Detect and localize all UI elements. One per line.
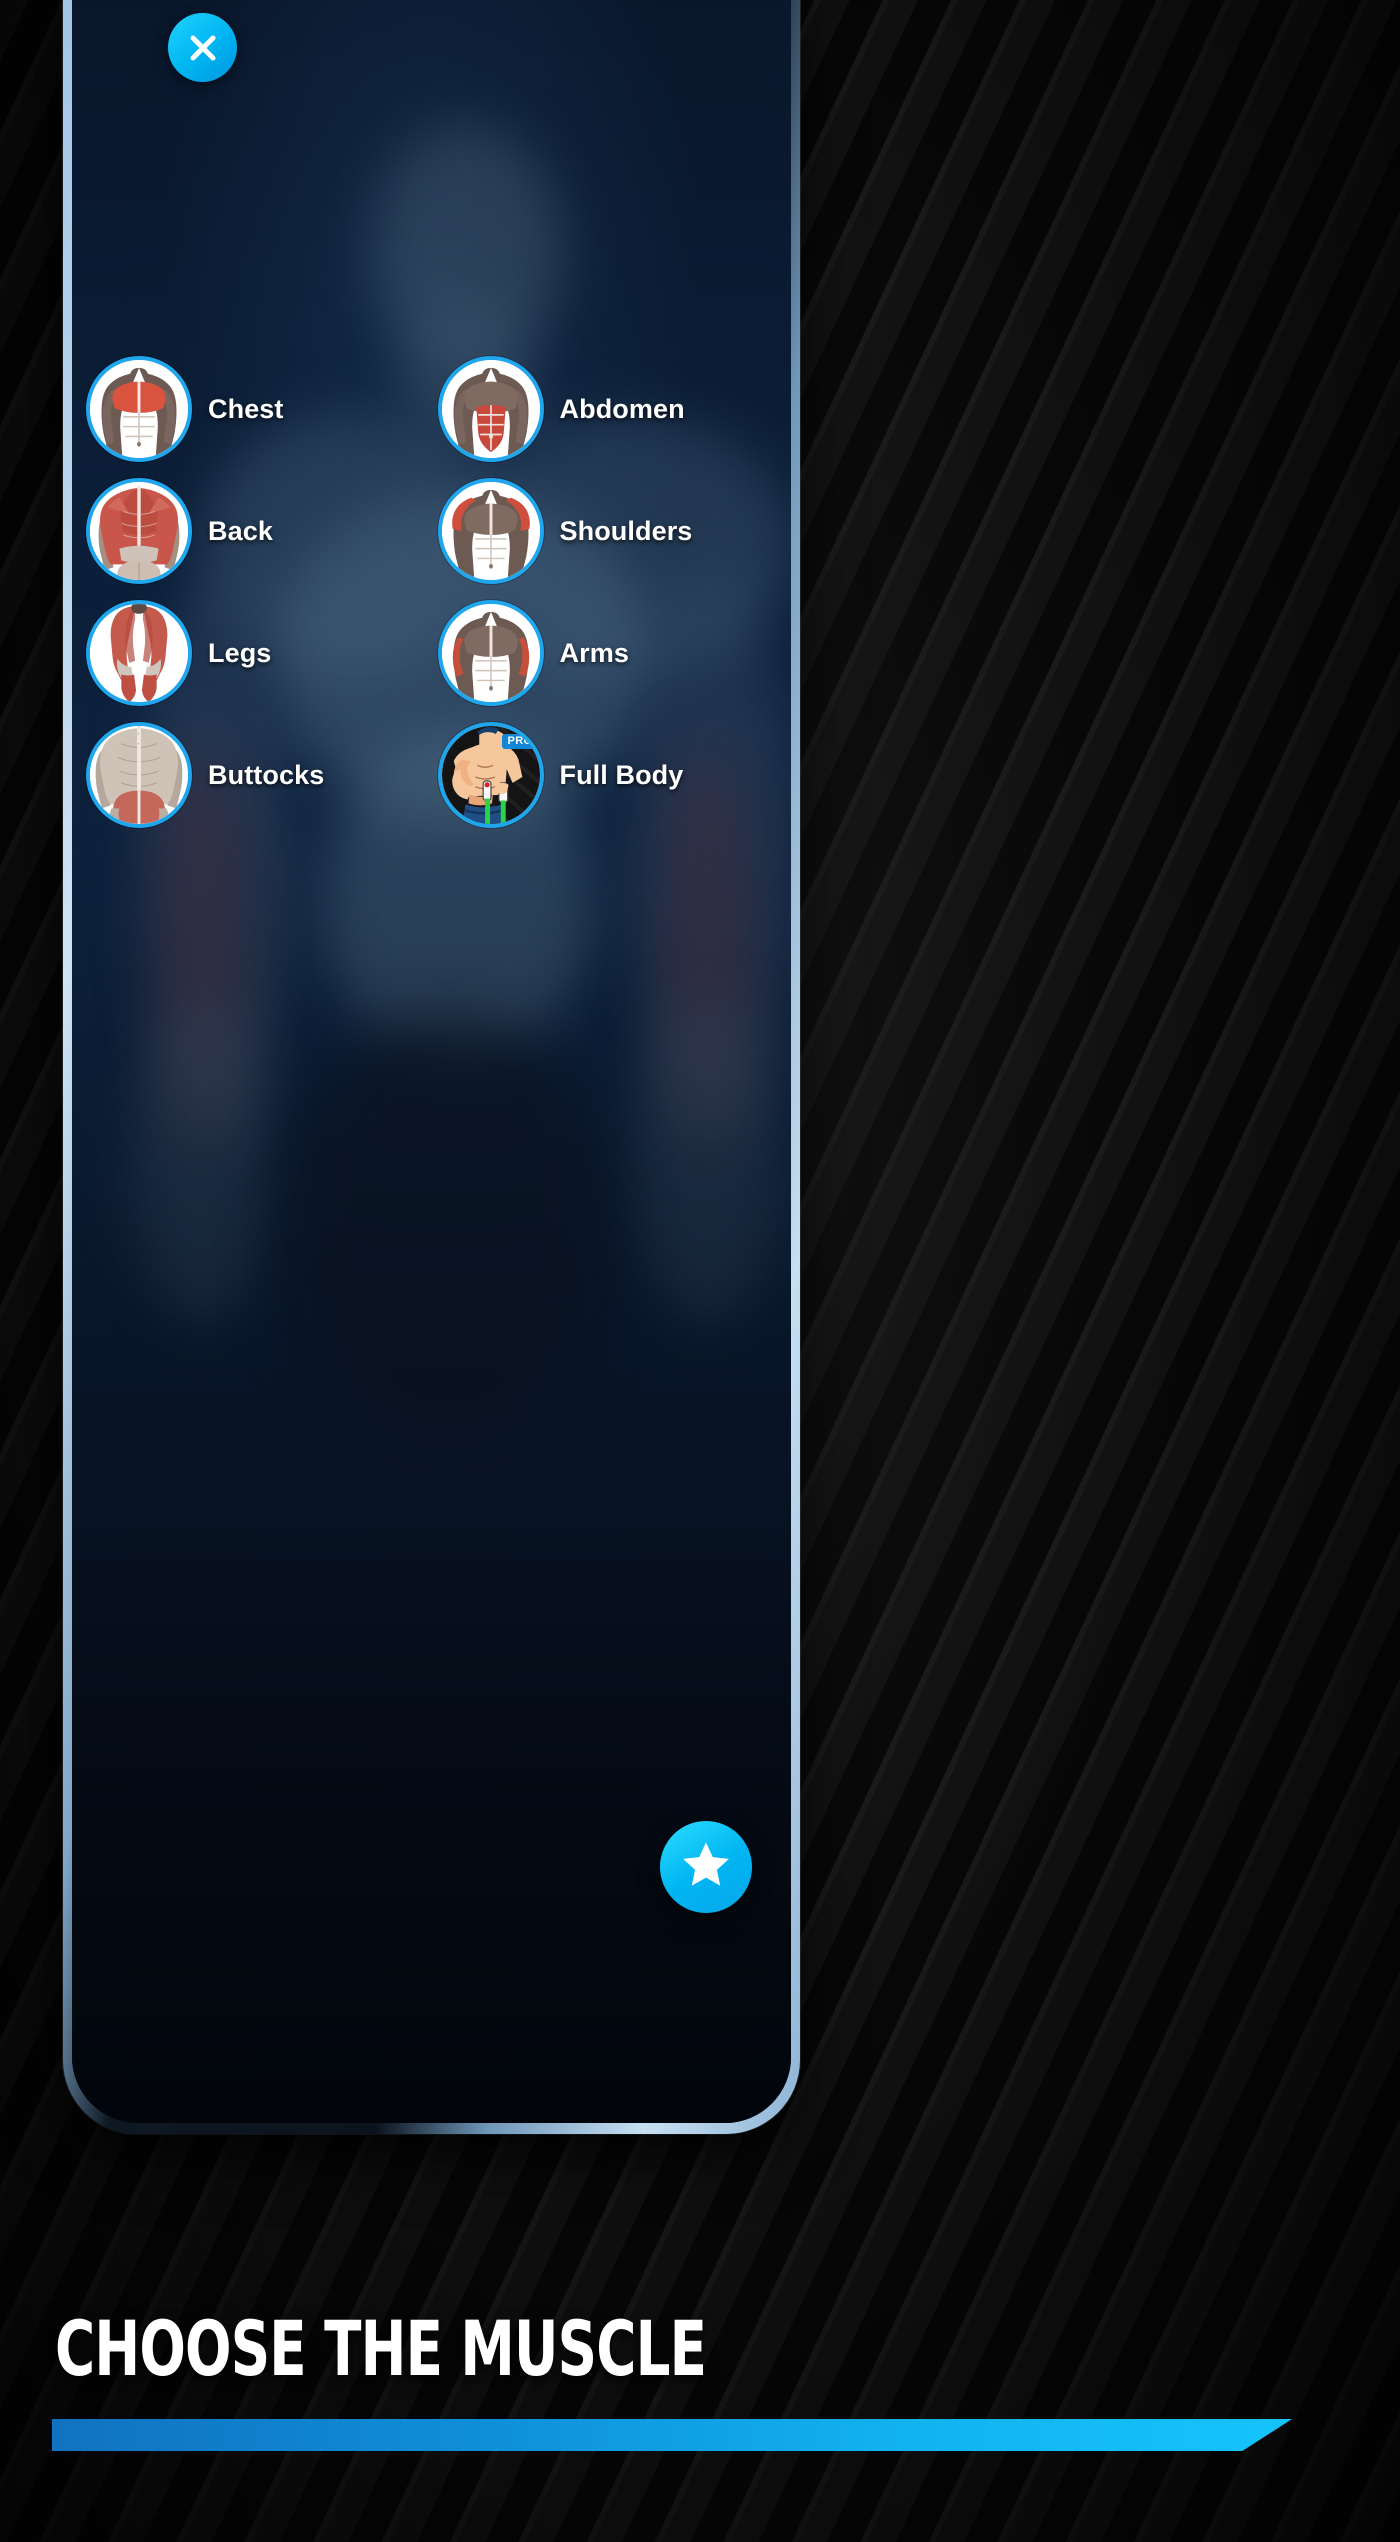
- muscle-item-abdomen[interactable]: Abdomen: [432, 348, 792, 470]
- shoulders-anatomy-icon: [437, 478, 544, 584]
- close-button[interactable]: [168, 13, 237, 82]
- screen-background-overlay: [72, 0, 791, 2123]
- muscle-item-label: Shoulders: [559, 515, 693, 546]
- buttocks-anatomy-icon: [86, 722, 192, 828]
- muscle-item-buttocks[interactable]: Buttocks: [72, 714, 432, 836]
- phone-device-frame: Chest Abdomen Back Shoulders Legs Arms B…: [63, 0, 800, 2134]
- abdomen-anatomy-icon: [437, 356, 544, 462]
- caption-title: CHOOSE THE MUSCLE: [55, 2304, 707, 2393]
- muscle-group-grid: Chest Abdomen Back Shoulders Legs Arms B…: [72, 348, 791, 836]
- full-body-cartoon-icon: PRO: [437, 722, 544, 828]
- muscle-item-shoulders[interactable]: Shoulders: [432, 470, 792, 592]
- muscle-item-label: Arms: [559, 637, 629, 668]
- pro-badge: PRO: [502, 734, 538, 749]
- arms-anatomy-icon: [437, 600, 544, 706]
- close-x-icon: [183, 28, 223, 68]
- muscle-item-label: Buttocks: [208, 759, 325, 790]
- promo-canvas: Chest Abdomen Back Shoulders Legs Arms B…: [0, 0, 1400, 2542]
- muscle-item-arms[interactable]: Arms: [432, 592, 792, 714]
- muscle-item-label: Back: [208, 515, 273, 546]
- legs-anatomy-icon: [86, 600, 192, 706]
- caption-accent-bar: [52, 2419, 1292, 2451]
- muscle-item-label: Chest: [208, 393, 284, 424]
- promo-caption: CHOOSE THE MUSCLE: [0, 2282, 1400, 2542]
- muscle-item-back[interactable]: Back: [72, 470, 432, 592]
- muscle-item-label: Abdomen: [559, 393, 685, 424]
- muscle-item-chest[interactable]: Chest: [72, 348, 432, 470]
- muscle-item-label: Full Body: [559, 759, 684, 790]
- phone-screen: Chest Abdomen Back Shoulders Legs Arms B…: [72, 0, 791, 2123]
- muscle-item-full-body[interactable]: PRO Full Body: [432, 714, 792, 836]
- chest-anatomy-icon: [86, 356, 192, 462]
- star-icon: [678, 1837, 734, 1898]
- muscle-item-label: Legs: [208, 637, 272, 668]
- back-anatomy-icon: [86, 478, 192, 584]
- muscle-item-legs[interactable]: Legs: [72, 592, 432, 714]
- favorites-button[interactable]: [660, 1821, 752, 1913]
